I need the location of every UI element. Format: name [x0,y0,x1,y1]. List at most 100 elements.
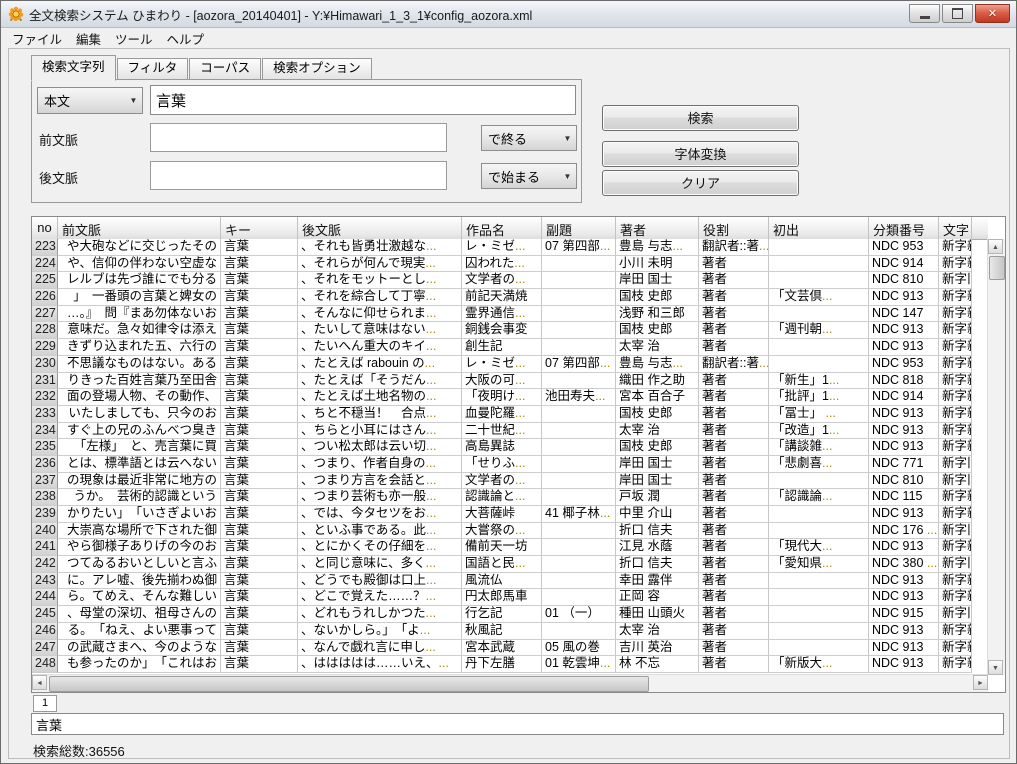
table-row[interactable]: 238 うか。 芸術的認識という 言葉 、つまり芸術も亦一般... 認識論と..… [32,489,972,506]
scroll-left-icon[interactable]: ◄ [32,675,47,690]
cell-author: 江見 水蔭 [616,539,699,556]
cell-charset: 新字旧 [939,272,972,289]
titlebar[interactable]: 全文検索システム ひまわり - [aozora_20140401] - Y:¥H… [1,1,1016,28]
col-header-ndc[interactable]: 分類番号 [869,217,939,239]
table-row[interactable]: 243 に。アレ嘘、後先揃わぬ御 言葉 、どうでも殿御は口上... 風流仏 幸田… [32,573,972,590]
cell-key: 言葉 [221,573,298,590]
table-row[interactable]: 242 つてゐるおいとしいと言ふ 言葉 、と同じ意味に、多く... 国語と民..… [32,556,972,573]
table-row[interactable]: 232 面の登場人物、その動作、 言葉 、たとえば土地名物の... 「夜明け..… [32,389,972,406]
table-row[interactable]: 247 の武蔵さまへ、今のような 言葉 、なんで戯れ言に申し... 宮本武蔵 0… [32,640,972,657]
cell-work: 前記天満焼 [462,289,542,306]
table-row[interactable]: 235 「左様」 と、売言葉に買 言葉 、つい松太郎は云い切... 高島異誌 国… [32,439,972,456]
cell-post-context: 、どうでも殿御は口上... [298,573,462,590]
cell-author: 豊島 与志... [616,356,699,373]
restore-button[interactable] [942,4,973,23]
table-row[interactable]: 236 とは、標準語とは云へない 言葉 、つまり、作者自身の... 「せりふ..… [32,456,972,473]
cell-key: 言葉 [221,423,298,440]
col-header-pre-context[interactable]: 前文脈 [58,217,221,239]
results-header: no 前文脈 キー 後文脈 作品名 副題 著者 役割 初出 分類番号 文字 [32,217,988,240]
col-header-no[interactable]: no [32,217,58,239]
selected-key-field[interactable] [31,713,1004,735]
minimize-button[interactable] [909,4,940,23]
tab-corpus[interactable]: コーパス [189,58,261,80]
cell-pre-context: つてゐるおいとしいと言ふ [58,556,221,573]
table-row[interactable]: 246 る。 「ねえ、よい悪事って 言葉 、ないかしら。」 「よ... 秋風記 … [32,623,972,640]
cell-pre-context: レルブは先づ誰にでも分る [58,272,221,289]
tab-search-options[interactable]: 検索オプション [262,58,372,80]
tab-filter[interactable]: フィルタ [117,58,189,80]
cell-work: 「夜明け... [462,389,542,406]
col-header-work[interactable]: 作品名 [462,217,542,239]
table-row[interactable]: 227 …。』 問『まあ勿体ないお 言葉 、そんなに仰せられま... 霊界通信.… [32,306,972,323]
cell-author: 太宰 治 [616,423,699,440]
vertical-scrollbar-thumb[interactable] [989,256,1005,280]
cell-first-publication [769,239,869,256]
table-row[interactable]: 223 や大砲などに交じったその 言葉 、それも皆勇壮激越な... レ・ミゼ..… [32,239,972,256]
search-button[interactable]: 検索 [602,105,799,131]
cell-work: 大嘗祭の... [462,523,542,540]
cell-no: 231 [32,373,58,390]
scroll-up-icon[interactable]: ▲ [988,239,1003,254]
cell-no: 242 [32,556,58,573]
tab-search-string[interactable]: 検索文字列 [31,55,116,81]
menu-edit[interactable]: 編集 [69,27,108,50]
next-context-label: 後文脈 [39,168,78,187]
cell-post-context: 、それをモットーとし... [298,272,462,289]
cell-subtitle: 05 風の巻 [542,640,616,657]
horizontal-scrollbar[interactable]: ◄ ► [32,674,988,692]
col-header-subtitle[interactable]: 副題 [542,217,616,239]
horizontal-scrollbar-thumb[interactable] [49,676,649,692]
page-number-cell[interactable]: 1 [33,695,57,712]
cell-work: 銅銭会事変 [462,322,542,339]
table-row[interactable]: 240 大崇高な場所で下された御 言葉 、といふ事である。此... 大嘗祭の..… [32,523,972,540]
menu-tools[interactable]: ツール [108,27,160,50]
table-row[interactable]: 224 や、信仰の伴わない空虚な 言葉 、それらが何んで現実... 囚われた..… [32,256,972,273]
next-context-input[interactable] [150,161,447,190]
scroll-right-icon[interactable]: ► [973,675,988,690]
prev-context-option-select[interactable]: で終る ▼ [481,125,577,151]
cell-no: 232 [32,389,58,406]
next-context-option-select[interactable]: で始まる ▼ [481,163,577,189]
table-row[interactable]: 230 不思議なものはない。ある 言葉 、たとえば rabouin の... レ… [32,356,972,373]
col-header-first-publication[interactable]: 初出 [769,217,869,239]
table-row[interactable]: 228 意味だ。急々如律令は添え 言葉 、たいして意味はない... 銅銭会事変 … [32,322,972,339]
menu-help[interactable]: ヘルプ [160,27,212,50]
table-row[interactable]: 226 」 一番頭の言葉と婢女の 言葉 、それを綜合して丁寧... 前記天満焼 … [32,289,972,306]
clear-button[interactable]: クリア [602,170,799,196]
col-header-charset[interactable]: 文字 [939,217,972,239]
font-convert-button[interactable]: 字体変換 [602,141,799,167]
scroll-down-icon[interactable]: ▼ [988,660,1003,675]
table-row[interactable]: 225 レルブは先づ誰にでも分る 言葉 、それをモットーとし... 文学者の..… [32,272,972,289]
table-row[interactable]: 244 ら。てめえ、そんな難しい 言葉 、どこで覚えた……？... 円太郎馬車 … [32,589,972,606]
cell-charset: 新字旧 [939,606,972,623]
cell-no: 227 [32,306,58,323]
table-row[interactable]: 233 いたしましても、只今のお 言葉 、ちと不穏当！ 合点... 血曼陀羅..… [32,406,972,423]
table-row[interactable]: 234 すぐ上の兄のふんべつ臭き 言葉 、ちらと小耳にはさん... 二十世紀..… [32,423,972,440]
cell-work: 丹下左膳 [462,656,542,673]
col-header-key[interactable]: キー [221,217,298,239]
cell-subtitle [542,556,616,573]
cell-charset: 新字新 [939,239,972,256]
table-row[interactable]: 231 りきった百姓言葉乃至田舎 言葉 、たとえば「そうだん... 大阪の可..… [32,373,972,390]
cell-key: 言葉 [221,556,298,573]
cell-first-publication: 「週刊朝... [769,322,869,339]
table-row[interactable]: 248 も参ったのか」 「これはお 言葉 、ははははは……いえ、... 丹下左膳… [32,656,972,673]
table-row[interactable]: 229 きずり込まれた五、六行の 言葉 、たいへん重大のキイ... 創生記 太宰… [32,339,972,356]
cell-pre-context: や、信仰の伴わない空虚な [58,256,221,273]
prev-context-input[interactable] [150,123,447,152]
close-button[interactable]: ✕ [975,4,1010,23]
cell-author: 吉川 英治 [616,640,699,657]
table-row[interactable]: 237 の現象は最近非常に地方の 言葉 、つまり方言を会話と... 文学者の..… [32,473,972,490]
query-input[interactable] [150,85,576,115]
table-row[interactable]: 241 やら御様子ありげの今のお 言葉 、とにかくその仔細を... 備前天一坊 … [32,539,972,556]
table-row[interactable]: 239 かりたい」 「いさぎよいお 言葉 、では、今タセツをお... 大菩薩峠 … [32,506,972,523]
menu-file[interactable]: ファイル [5,27,69,50]
search-target-select[interactable]: 本文 ▼ [37,87,143,114]
cell-subtitle [542,473,616,490]
col-header-post-context[interactable]: 後文脈 [298,217,462,239]
cell-post-context: 、たいして意味はない... [298,322,462,339]
col-header-author[interactable]: 著者 [616,217,699,239]
vertical-scrollbar[interactable]: ▲ ▼ [987,239,1005,675]
col-header-role[interactable]: 役割 [699,217,769,239]
table-row[interactable]: 245 、母堂の深切、祖母さんの 言葉 、どれもうれしかつた... 行乞記 01… [32,606,972,623]
